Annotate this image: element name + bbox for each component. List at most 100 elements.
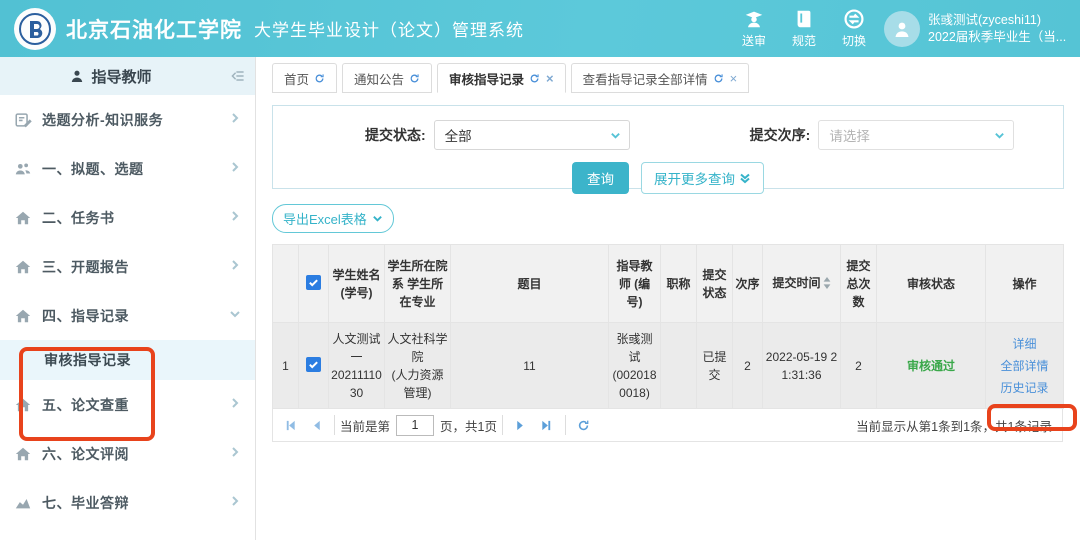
records-table: 学生姓名 (学号) 学生所在院系 学生所在专业 题目 指导教师 (编号) 职称 … <box>272 244 1064 409</box>
send-review-button[interactable]: 送审 <box>742 8 766 49</box>
history-link[interactable]: 历史记录 <box>988 377 1061 399</box>
row-index: 1 <box>273 323 299 409</box>
home-icon <box>14 209 32 227</box>
refresh-icon[interactable] <box>529 73 540 84</box>
last-page-icon[interactable] <box>534 419 560 432</box>
submit-status-cell: 已提交 <box>697 323 733 409</box>
department-header: 学生所在院系 学生所在专业 <box>385 245 451 323</box>
submit-time-header[interactable]: 提交时间 <box>763 245 841 323</box>
select-all-checkbox[interactable] <box>306 275 321 290</box>
page-text-suffix: 页，共1页 <box>440 416 497 435</box>
operations-header: 操作 <box>986 245 1064 323</box>
standards-button[interactable]: 规范 <box>792 8 816 49</box>
school-name: 北京石油化工学院 <box>66 14 242 44</box>
system-title: 大学生毕业设计（论文）管理系统 <box>254 16 524 41</box>
filter-panel: 提交状态: 全部 提交次序: 请选择 <box>272 105 1064 189</box>
status-badge: 审核通过 <box>907 359 955 373</box>
home-icon <box>14 258 32 276</box>
refresh-icon[interactable] <box>314 73 325 84</box>
expand-more-query-button[interactable]: 展开更多查询 <box>641 162 764 194</box>
rank-header: 职称 <box>661 245 697 323</box>
table-header-row: 学生姓名 (学号) 学生所在院系 学生所在专业 题目 指导教师 (编号) 职称 … <box>273 245 1064 323</box>
switch-icon <box>843 8 865 30</box>
content-area: 首页 通知公告 审核指导记录 × 查看指导记录全部详情 × <box>256 57 1080 540</box>
full-detail-link[interactable]: 全部详情 <box>988 355 1061 377</box>
chevron-down-icon <box>610 130 621 141</box>
student-cell: 人文测试一 2021111030 <box>329 323 385 409</box>
tab-bar: 首页 通知公告 审核指导记录 × 查看指导记录全部详情 × <box>272 63 1064 93</box>
title-header: 题目 <box>451 245 609 323</box>
sidebar-collapse-icon[interactable] <box>221 68 255 84</box>
chevron-down-icon <box>229 307 241 325</box>
app-window: 北京石油化工学院 大学生毕业设计（论文）管理系统 送审 规范 切换 张彧测试(z… <box>0 0 1080 540</box>
sidebar-item-review-guidance-records[interactable]: 审核指导记录 <box>0 340 255 380</box>
reload-icon[interactable] <box>571 419 597 432</box>
title-cell: 11 <box>451 323 609 409</box>
school-logo-icon <box>14 8 56 50</box>
chevron-down-icon <box>994 130 1005 141</box>
sidebar-item-task-book[interactable]: 二、任务书 <box>0 193 255 242</box>
close-icon[interactable]: × <box>546 72 554 85</box>
row-select-cell <box>299 323 329 409</box>
order-cell: 2 <box>733 323 763 409</box>
page-number-input[interactable] <box>396 415 434 436</box>
book-icon <box>793 8 815 30</box>
refresh-icon[interactable] <box>409 73 420 84</box>
prev-page-icon[interactable] <box>303 419 329 432</box>
chevron-right-icon <box>229 209 241 227</box>
chevron-right-icon <box>229 111 241 129</box>
home-icon <box>14 445 32 463</box>
export-excel-button[interactable]: 导出Excel表格 <box>272 204 394 233</box>
people-icon <box>14 160 32 178</box>
review-status-cell: 审核通过 <box>877 323 986 409</box>
pagination-bar: 当前是第 页，共1页 当前显示从第1条到1条，共1条记录 <box>272 409 1063 442</box>
sidebar-item-guidance-records[interactable]: 四、指导记录 <box>0 291 255 340</box>
rank-cell <box>661 323 697 409</box>
sort-icon[interactable] <box>823 276 831 294</box>
next-page-icon[interactable] <box>508 419 534 432</box>
query-button[interactable]: 查询 <box>572 162 629 194</box>
sidebar-item-graduation-defense[interactable]: 七、毕业答辩 <box>0 478 255 527</box>
user-name: 张彧测试(zyceshi11) <box>928 12 1066 29</box>
chevron-right-icon <box>229 258 241 276</box>
index-header <box>273 245 299 323</box>
graduate-icon <box>743 8 765 30</box>
total-submits-cell: 2 <box>841 323 877 409</box>
close-icon[interactable]: × <box>730 72 738 85</box>
detail-link[interactable]: 详细 <box>988 333 1061 355</box>
sidebar-item-plagiarism-check[interactable]: 五、论文查重 <box>0 380 255 429</box>
app-header: 北京石油化工学院 大学生毕业设计（论文）管理系统 送审 规范 切换 张彧测试(z… <box>0 0 1080 57</box>
submit-status-select[interactable]: 全部 <box>434 120 630 150</box>
sidebar-item-thesis-review[interactable]: 六、论文评阅 <box>0 429 255 478</box>
home-icon <box>14 396 32 414</box>
submit-status-label: 提交状态: <box>365 125 426 145</box>
header-actions: 送审 规范 切换 <box>742 8 866 49</box>
submit-order-select[interactable]: 请选择 <box>818 120 1014 150</box>
review-status-header: 审核状态 <box>877 245 986 323</box>
user-block[interactable]: 张彧测试(zyceshi11) 2022届秋季毕业生（当... <box>884 11 1072 47</box>
sidebar-role-label: 指导教师 <box>91 66 151 87</box>
switch-role-button[interactable]: 切换 <box>842 8 866 49</box>
chevron-right-icon <box>229 445 241 463</box>
double-chevron-down-icon <box>739 172 751 184</box>
tab-notices[interactable]: 通知公告 <box>342 63 432 93</box>
page-text-prefix: 当前是第 <box>340 416 390 435</box>
select-all-header <box>299 245 329 323</box>
sidebar-item-topic-selection[interactable]: 一、拟题、选题 <box>0 144 255 193</box>
record-count-summary: 当前显示从第1条到1条，共1条记录 <box>856 416 1062 435</box>
department-cell: 人文社科学院 (人力资源管理) <box>385 323 451 409</box>
first-page-icon[interactable] <box>277 419 303 432</box>
tab-view-full-details[interactable]: 查看指导记录全部详情 × <box>571 63 750 93</box>
tab-home[interactable]: 首页 <box>272 63 337 93</box>
area-chart-icon <box>14 494 32 512</box>
chevron-right-icon <box>229 160 241 178</box>
tab-review-guidance-records[interactable]: 审核指导记录 × <box>437 63 566 93</box>
submit-time-cell: 2022-05-19 21:31:36 <box>763 323 841 409</box>
user-cohort: 2022届秋季毕业生（当... <box>928 29 1066 46</box>
row-checkbox[interactable] <box>306 357 321 372</box>
refresh-icon[interactable] <box>713 73 724 84</box>
sidebar-item-topic-analysis[interactable]: 选题分析-知识服务 <box>0 95 255 144</box>
chevron-right-icon <box>229 396 241 414</box>
sidebar-item-opening-report[interactable]: 三、开题报告 <box>0 242 255 291</box>
sidebar-menu: 选题分析-知识服务 一、拟题、选题 二、任务书 三、开题报告 <box>0 95 255 527</box>
